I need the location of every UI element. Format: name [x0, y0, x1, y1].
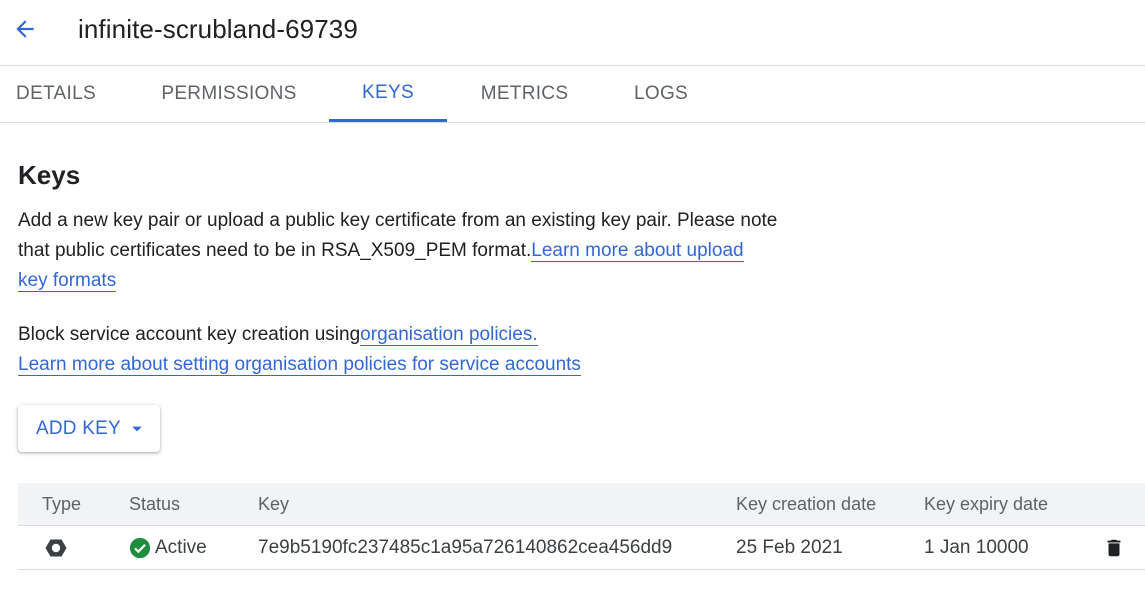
hexagon-icon: [45, 539, 67, 557]
column-header-creation-date[interactable]: Key creation date: [736, 483, 876, 525]
tab-keys[interactable]: KEYS: [329, 66, 447, 122]
table-row: Active 7e9b5190fc237485c1a95a726140862ce…: [18, 526, 1145, 570]
page-header: infinite-scrubland-69739: [0, 0, 1145, 66]
arrow-back-icon: [16, 20, 34, 38]
status-cell: Active: [129, 526, 207, 569]
column-header-key: Key: [258, 494, 290, 514]
add-key-button[interactable]: ADD KEY: [18, 405, 160, 452]
key-expiry-date: 1 Jan 10000: [924, 537, 1029, 558]
block-key-creation-note: Block service account key creation using…: [18, 320, 778, 380]
setting-policies-link[interactable]: Learn more about setting organisation po…: [18, 354, 581, 376]
column-header-expiry-date[interactable]: Key expiry date: [924, 483, 1048, 525]
status-text: Active: [155, 537, 207, 558]
tab-metrics[interactable]: METRICS: [466, 66, 583, 122]
trash-icon: [1107, 539, 1121, 557]
key-creation-date: 25 Feb 2021: [736, 537, 843, 558]
tab-bar: DETAILS PERMISSIONS KEYS METRICS LOGS: [0, 66, 1145, 123]
check-circle-icon: [129, 537, 151, 559]
block-key-creation-text: Block service account key creation using: [18, 324, 361, 345]
delete-key-button[interactable]: [1100, 534, 1128, 562]
tab-logs[interactable]: LOGS: [620, 66, 702, 122]
tab-details[interactable]: DETAILS: [0, 66, 112, 122]
add-key-label: ADD KEY: [36, 417, 121, 439]
keys-table-header: Type Status Key Key creation date Key ex…: [18, 483, 1145, 526]
service-account-keys-page: infinite-scrubland-69739 DETAILS PERMISS…: [0, 0, 1145, 601]
key-id: 7e9b5190fc237485c1a95a726140862cea456dd9: [258, 537, 673, 558]
back-button[interactable]: [8, 12, 42, 46]
section-title: Keys: [18, 160, 81, 190]
column-header-status: Status: [129, 494, 181, 514]
organisation-policies-link[interactable]: organisation policies.: [360, 324, 538, 346]
column-header-type: Type: [42, 494, 82, 514]
tab-permissions[interactable]: PERMISSIONS: [148, 66, 310, 122]
keys-description: Add a new key pair or upload a public ke…: [18, 206, 778, 296]
caret-down-icon: [131, 423, 143, 435]
page-title: infinite-scrubland-69739: [78, 14, 358, 44]
